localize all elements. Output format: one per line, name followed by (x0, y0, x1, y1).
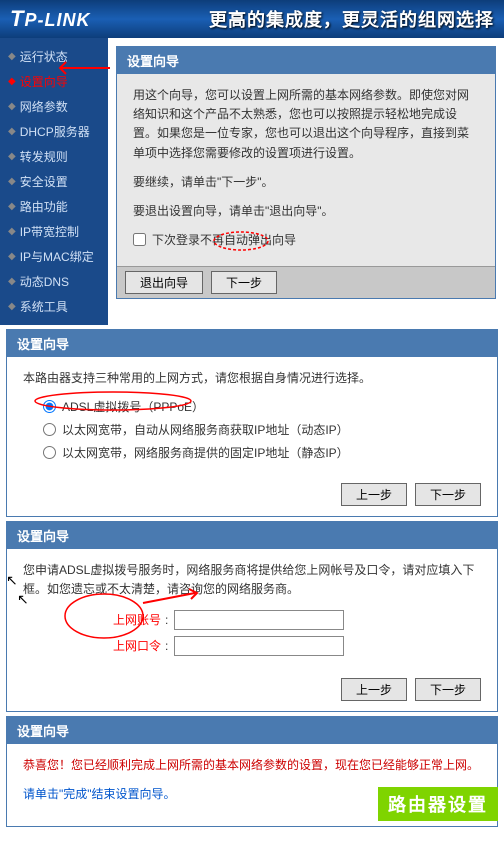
bullet-icon: ◆ (8, 101, 16, 112)
sidebar-label: IP与MAC绑定 (20, 248, 94, 265)
sidebar: ◆ 运行状态 ◆ 设置向导 ◆ 网络参数 ◆ DHCP服务器 ◆ 转发规则 ◆ 安全设置 ◆… (0, 38, 108, 325)
cred-desc: 您申请ADSL虚拟拨号服务时，网络服务商将提供给您上网帐号及口令，请对应填入下框… (23, 561, 481, 599)
done-text: 恭喜您！您已经顺利完成上网所需的基本网络参数的设置，现在您已经能够正常上网。 (23, 756, 481, 775)
sidebar-label: 动态DNS (20, 273, 69, 290)
sidebar-item-forward[interactable]: ◆ 转发规则 (0, 144, 108, 169)
wan-desc: 本路由器支持三种常用的上网方式，请您根据自身情况进行选择。 (23, 369, 481, 388)
bullet-icon: ◆ (8, 176, 16, 187)
radio-dynamic[interactable] (43, 423, 56, 436)
sidebar-label: 设置向导 (20, 73, 68, 90)
wizard-panel-wan: 设置向导 本路由器支持三种常用的上网方式，请您根据自身情况进行选择。 ADSL虚… (6, 329, 498, 517)
bullet-icon: ◆ (8, 276, 16, 287)
bullet-icon: ◆ (8, 201, 16, 212)
bullet-icon: ◆ (8, 51, 16, 62)
exit-text: 要退出设置向导，请单击"退出向导"。 (133, 202, 479, 221)
slogan: 更高的集成度，更灵活的组网选择 (209, 6, 494, 32)
no-autopopup-checkbox[interactable] (133, 233, 146, 246)
username-input[interactable] (174, 610, 344, 630)
watermark: 路由器设置 (378, 787, 498, 821)
next-button[interactable]: 下一步 (211, 271, 277, 294)
panel-title: 设置向导 (7, 522, 497, 549)
sidebar-label: 路由功能 (20, 198, 68, 215)
bullet-icon: ◆ (8, 226, 16, 237)
username-label: 上网账号 (83, 611, 161, 628)
sidebar-label: IP带宽控制 (20, 223, 79, 240)
password-input[interactable] (174, 636, 344, 656)
radio-dynamic-label: 以太网宽带，自动从网络服务商获取IP地址（动态IP） (62, 421, 349, 438)
sidebar-item-security[interactable]: ◆ 安全设置 (0, 169, 108, 194)
exit-wizard-button[interactable]: 退出向导 (125, 271, 203, 294)
next-button[interactable]: 下一步 (415, 483, 481, 506)
sidebar-label: 运行状态 (20, 48, 68, 65)
bullet-icon: ◆ (8, 301, 16, 312)
wizard-panel-credentials: 设置向导 您申请ADSL虚拟拨号服务时，网络服务商将提供给您上网帐号及口令，请对… (6, 521, 498, 711)
next-button[interactable]: 下一步 (415, 678, 481, 701)
sidebar-label: DHCP服务器 (20, 123, 90, 140)
prev-button[interactable]: 上一步 (341, 483, 407, 506)
bullet-icon: ◆ (8, 151, 16, 162)
sidebar-label: 安全设置 (20, 173, 68, 190)
bullet-icon: ◆ (8, 126, 16, 137)
prev-button[interactable]: 上一步 (341, 678, 407, 701)
sidebar-label: 转发规则 (20, 148, 68, 165)
intro-text: 用这个向导，您可以设置上网所需的基本网络参数。即使您对网络知识和这个产品不太熟悉… (133, 86, 479, 163)
radio-pppoe-label: ADSL虚拟拨号（PPPoE） (62, 398, 204, 415)
radio-static-label: 以太网宽带，网络服务商提供的固定IP地址（静态IP） (62, 444, 349, 461)
password-label: 上网口令 (83, 637, 161, 654)
radio-static[interactable] (43, 446, 56, 459)
sidebar-item-bandwidth[interactable]: ◆ IP带宽控制 (0, 219, 108, 244)
radio-pppoe[interactable] (43, 400, 56, 413)
sidebar-label: 系统工具 (20, 298, 68, 315)
sidebar-item-system[interactable]: ◆ 系统工具 (0, 294, 108, 319)
app-header: TP-LINK 更高的集成度，更灵活的组网选择 (0, 0, 504, 38)
checkbox-label: 下次登录不再自动弹出向导 (152, 231, 296, 248)
sidebar-item-ddns[interactable]: ◆ 动态DNS (0, 269, 108, 294)
bullet-icon: ◆ (8, 76, 16, 87)
sidebar-item-ipmac[interactable]: ◆ IP与MAC绑定 (0, 244, 108, 269)
panel-title: 设置向导 (7, 330, 497, 357)
wizard-panel-intro: 设置向导 用这个向导，您可以设置上网所需的基本网络参数。即使您对网络知识和这个产… (116, 46, 496, 299)
sidebar-label: 网络参数 (20, 98, 68, 115)
logo: TP-LINK (10, 6, 90, 32)
sidebar-item-wizard[interactable]: ◆ 设置向导 (0, 69, 108, 94)
sidebar-item-routing[interactable]: ◆ 路由功能 (0, 194, 108, 219)
sidebar-item-network[interactable]: ◆ 网络参数 (0, 94, 108, 119)
panel-title: 设置向导 (117, 47, 495, 74)
continue-text: 要继续，请单击"下一步"。 (133, 173, 479, 192)
panel-title: 设置向导 (7, 717, 497, 744)
sidebar-item-dhcp[interactable]: ◆ DHCP服务器 (0, 119, 108, 144)
sidebar-item-status[interactable]: ◆ 运行状态 (0, 44, 108, 69)
bullet-icon: ◆ (8, 251, 16, 262)
